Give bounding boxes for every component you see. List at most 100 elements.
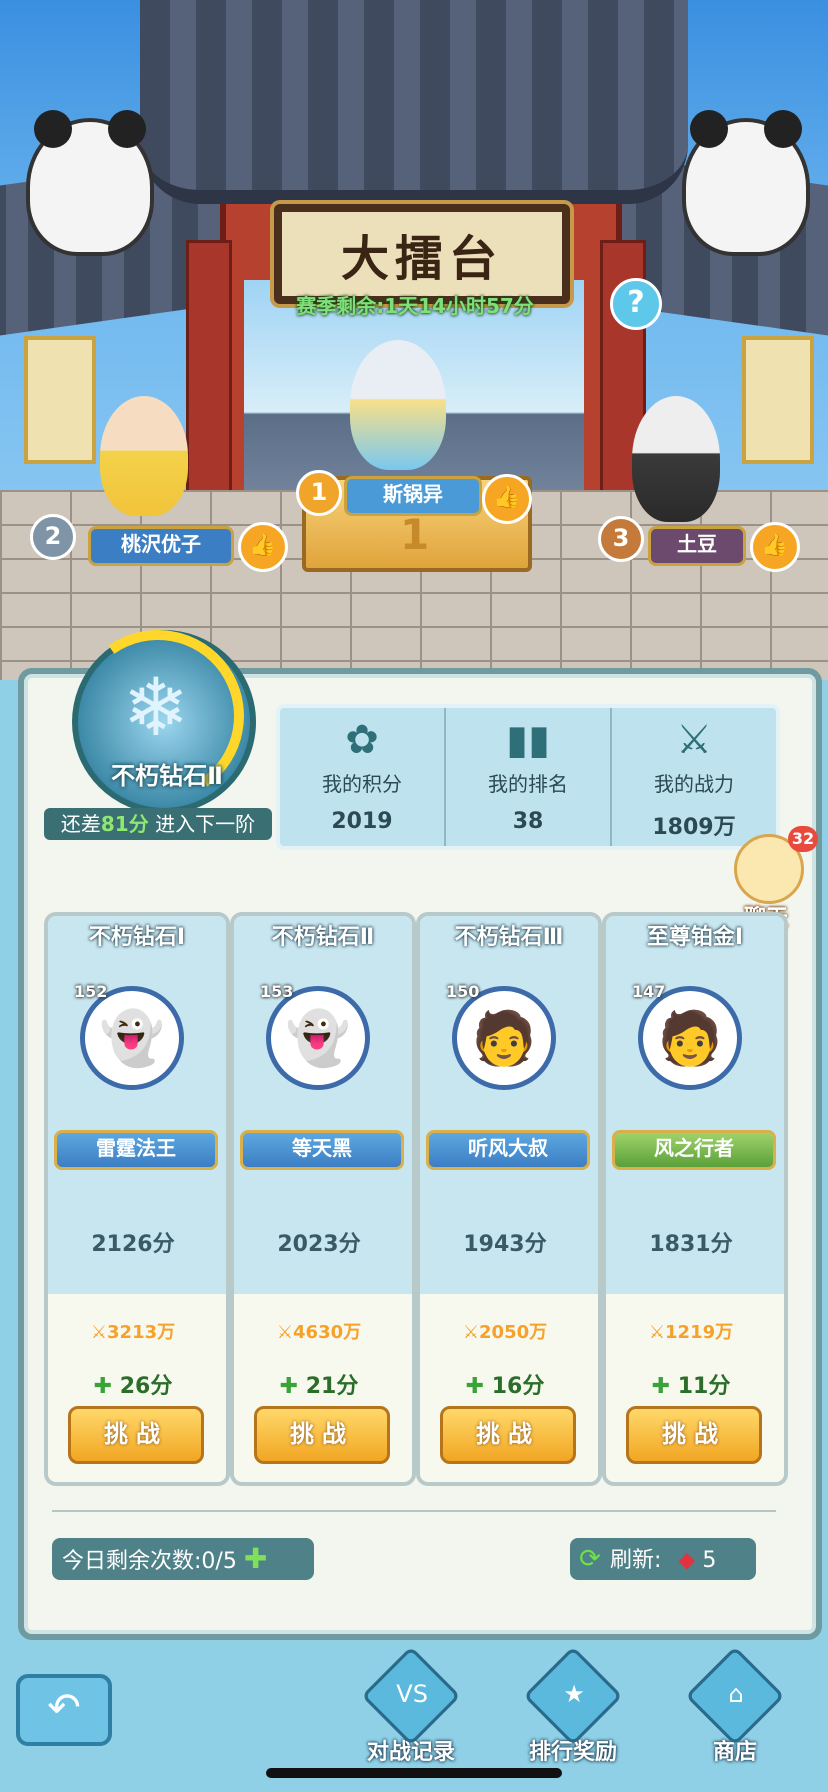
stat-label: 我的积分 xyxy=(322,772,402,796)
opponent-tier: 至尊铂金Ⅰ xyxy=(646,925,744,950)
thumbs-up-icon: 👍 xyxy=(761,533,789,558)
score-icon: ✿ xyxy=(345,717,379,763)
opponent-gain-value: 16分 xyxy=(491,1374,545,1399)
opponent-power-value: 3213万 xyxy=(107,1322,176,1343)
opponent-score: 1943分 xyxy=(463,1232,547,1257)
challenge-button[interactable]: 挑战 xyxy=(626,1406,762,1464)
rank-3-badge: 3 xyxy=(598,516,644,562)
plus-icon: ✚ xyxy=(465,1374,492,1399)
opponent-name: 等天黑 xyxy=(240,1130,404,1170)
next-tier-hint: 还差81分 进入下一阶 xyxy=(44,808,272,840)
opponent-card[interactable]: 不朽钻石Ⅲ 🧑 150 听风大叔 1943分 ⚔2050万 ✚ 16分 挑战 xyxy=(416,912,602,1486)
next-tier-prefix: 还差 xyxy=(60,812,101,836)
help-button[interactable]: ? xyxy=(610,278,662,330)
challenge-button[interactable]: 挑战 xyxy=(440,1406,576,1464)
opponent-level: 152 xyxy=(74,982,108,1001)
player-third-avatar[interactable] xyxy=(632,396,720,522)
opponent-name: 风之行者 xyxy=(612,1130,776,1170)
like-first-button[interactable]: 👍 xyxy=(482,474,532,524)
banner-left xyxy=(24,336,96,464)
roof-main xyxy=(140,0,688,204)
stat-rank: ▮▮ 我的排名 38 xyxy=(446,708,612,846)
thumbs-up-icon: 👍 xyxy=(249,533,277,558)
opponent-tier: 不朽钻石Ⅱ xyxy=(271,925,375,950)
battle-record-button[interactable]: VS 对战记录 xyxy=(352,1646,470,1765)
opponent-level: 147 xyxy=(632,982,666,1001)
stat-value: 38 xyxy=(512,809,544,834)
opponent-card[interactable]: 不朽钻石Ⅱ 👻 153 等天黑 2023分 ⚔4630万 ✚ 21分 挑战 xyxy=(230,912,416,1486)
hero-avatar-icon: 🧑 xyxy=(471,1008,537,1069)
my-stats: ✿ 我的积分 2019 ▮▮ 我的排名 38 ⚔ 我的战力 1809万 xyxy=(276,704,780,850)
opponent-score: 2126分 xyxy=(91,1232,175,1257)
panda-statue-right xyxy=(682,110,810,256)
back-button[interactable]: ↶ xyxy=(16,1674,112,1746)
opponent-tier: 不朽钻石Ⅰ xyxy=(88,925,186,950)
crossed-swords-icon: ⚔ xyxy=(462,1322,480,1343)
challenge-button[interactable]: 挑战 xyxy=(68,1406,204,1464)
next-tier-suffix: 进入下一阶 xyxy=(155,812,256,836)
opponent-gain: ✚ 26分 xyxy=(48,1368,218,1400)
next-tier-points: 81分 xyxy=(100,812,149,836)
stat-power: ⚔ 我的战力 1809万 xyxy=(612,708,776,846)
opponent-card[interactable]: 不朽钻石Ⅰ 👻 152 雷霆法王 2126分 ⚔3213万 ✚ 26分 挑战 xyxy=(44,912,230,1486)
player-first-avatar[interactable] xyxy=(350,340,446,470)
pillar-left xyxy=(186,240,232,506)
add-attempts-button[interactable]: ✚ xyxy=(244,1542,267,1575)
player-third-name[interactable]: 土豆 xyxy=(648,526,746,566)
opponent-gain: ✚ 21分 xyxy=(234,1368,404,1400)
panel-divider xyxy=(52,1510,776,1512)
opponent-gain-value: 26分 xyxy=(119,1374,173,1399)
opponent-avatar[interactable]: 🧑 xyxy=(452,986,556,1090)
chat-unread-badge: 32 xyxy=(788,826,818,852)
opponent-score: 2023分 xyxy=(277,1232,361,1257)
opponent-name: 雷霆法王 xyxy=(54,1130,218,1170)
stat-value: 2019 xyxy=(331,809,393,834)
player-first-name[interactable]: 斯锅异 xyxy=(344,476,482,516)
opponent-gain: ✚ 16分 xyxy=(420,1368,590,1400)
stat-label: 我的排名 xyxy=(488,772,568,796)
rank-1-badge: 1 xyxy=(296,470,342,516)
my-rank-tier: 不朽钻石Ⅱ xyxy=(111,762,223,790)
panda-statue-left xyxy=(26,110,154,256)
opponent-card[interactable]: 至尊铂金Ⅰ 🧑 147 风之行者 1831分 ⚔1219万 ✚ 11分 挑战 xyxy=(602,912,788,1486)
opponent-power-value: 1219万 xyxy=(665,1322,734,1343)
season-remaining: 赛季剩余:1天14小时57分 xyxy=(296,294,534,318)
opponent-power: ⚔4630万 xyxy=(234,1318,404,1344)
rank-bars-icon: ▮▮ xyxy=(505,717,551,763)
opponent-gain-value: 11分 xyxy=(677,1374,731,1399)
opponent-avatar[interactable]: 👻 xyxy=(266,986,370,1090)
opponent-power-value: 4630万 xyxy=(293,1322,362,1343)
vs-icon: VS xyxy=(361,1646,461,1746)
ruby-gem-icon: ◆ xyxy=(678,1548,696,1573)
ghost-avatar-icon: 👻 xyxy=(99,1008,165,1069)
plus-icon: ✚ xyxy=(93,1374,120,1399)
like-second-button[interactable]: 👍 xyxy=(238,522,288,572)
home-indicator[interactable] xyxy=(266,1768,562,1778)
stat-score: ✿ 我的积分 2019 xyxy=(280,708,446,846)
banner-right xyxy=(742,336,814,464)
opponent-level: 153 xyxy=(260,982,294,1001)
challenge-button[interactable]: 挑战 xyxy=(254,1406,390,1464)
player-second-avatar[interactable] xyxy=(100,396,188,516)
opponent-avatar[interactable]: 👻 xyxy=(80,986,184,1090)
thumbs-up-icon: 👍 xyxy=(493,485,521,510)
refresh-button[interactable]: ⟳ 刷新: ◆ 5 xyxy=(570,1538,756,1580)
like-third-button[interactable]: 👍 xyxy=(750,522,800,572)
rank-rewards-button[interactable]: ★ 排行奖励 xyxy=(514,1646,632,1765)
daily-attempts-label: 今日剩余次数:0/5 xyxy=(62,1549,237,1574)
player-second-name[interactable]: 桃沢优子 xyxy=(88,526,234,566)
opponent-tier: 不朽钻石Ⅲ xyxy=(454,925,564,950)
crossed-swords-icon: ⚔ xyxy=(648,1322,666,1343)
opponent-power: ⚔2050万 xyxy=(420,1318,590,1344)
podium-number: 1 xyxy=(400,510,430,559)
opponent-power: ⚔1219万 xyxy=(606,1318,776,1344)
crossed-swords-icon: ⚔ xyxy=(90,1322,108,1343)
opponent-gain: ✚ 11分 xyxy=(606,1368,776,1400)
arena-title: 大擂台 xyxy=(274,204,570,304)
plus-icon: ✚ xyxy=(651,1374,678,1399)
refresh-cost: 5 xyxy=(702,1548,717,1573)
opponent-power-value: 2050万 xyxy=(479,1322,548,1343)
opponent-avatar[interactable]: 🧑 xyxy=(638,986,742,1090)
shop-button[interactable]: ⌂ 商店 xyxy=(676,1646,794,1765)
refresh-icon: ⟳ xyxy=(579,1544,601,1574)
